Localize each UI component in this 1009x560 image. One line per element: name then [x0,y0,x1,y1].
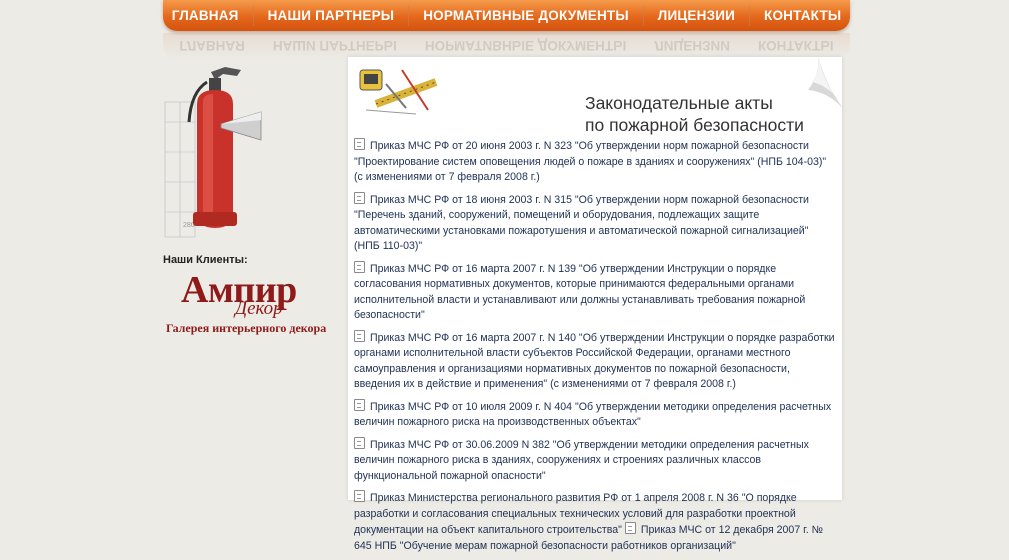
document-link[interactable]: Приказ МЧС РФ от 20 июня 2003 г. N 323 "… [354,140,826,183]
nav-reflection-text: НОРМАТИВНЫЕ ДОКУМЕНТЫ [424,38,627,54]
client-logo-ampir[interactable]: Ампир Декор Галерея интерьерного декора [165,266,327,336]
clients-label: Наши Клиенты: [163,254,248,266]
list-item: Приказ МЧС РФ от 18 июня 2003 г. N 315 "… [354,191,836,255]
documents-list: Приказ МЧС РФ от 20 июня 2003 г. N 323 "… [354,138,836,560]
nav-reflection-text: НАШИ ПАРТНЕРЫ [272,38,397,54]
pdf-icon [354,260,365,273]
main-nav: ГЛАВНАЯ НАШИ ПАРТНЕРЫ НОРМАТИВНЫЕ ДОКУМЕ… [163,0,850,31]
list-item: Приказ МЧС РФ от 10 июля 2009 г. N 404 "… [354,398,836,431]
nav-documents[interactable]: НОРМАТИВНЫЕ ДОКУМЕНТЫ [409,8,643,23]
nav-partners[interactable]: НАШИ ПАРТНЕРЫ [254,8,409,23]
pdf-icon [354,398,365,411]
page-title-line1: Законодательные акты [585,93,773,113]
document-link[interactable]: Приказ МЧС РФ от 10 июля 2009 г. N 404 "… [354,401,831,429]
fire-extinguisher-image: 280 [164,67,262,238]
document-link[interactable]: Приказ МЧС РФ от 16 марта 2007 г. N 140 … [354,332,835,391]
nav-licenses[interactable]: ЛИЦЕНЗИИ [644,8,749,23]
tools-illustration [359,69,438,115]
logo-sub-text: Декор [235,298,283,319]
list-item: Приказ МЧС РФ от 16 марта 2007 г. N 139 … [354,260,836,324]
list-item: Приказ МЧС РФ от 30.06.2009 N 382 "Об ут… [354,436,836,485]
pdf-icon [354,138,365,150]
document-link[interactable]: Приказ МЧС РФ от 30.06.2009 N 382 "Об ут… [354,439,809,482]
page-title-line2: по пожарной безопасности [585,115,804,135]
nav-reflection: ГЛАВНАЯ НАШИ ПАРТНЕРЫ НОРМАТИВНЫЕ ДОКУМЕ… [163,33,850,59]
nav-reflection-text: ЛИЦЕНЗИИ [654,38,730,54]
document-link[interactable]: Приказ МЧС РФ от 16 марта 2007 г. N 139 … [354,263,805,322]
document-link[interactable]: Приказ МЧС РФ от 18 июня 2003 г. N 315 "… [354,194,809,253]
list-item: Приказ МЧС РФ от 20 июня 2003 г. N 323 "… [354,138,836,186]
pdf-icon [624,522,636,534]
pdf-icon [354,329,365,342]
pdf-icon [354,490,365,502]
list-item: Приказ МЧС РФ от 16 марта 2007 г. N 140 … [354,329,836,393]
logo-tagline: Галерея интерьерного декора [166,321,327,335]
nav-reflection-text: ГЛАВНАЯ [179,38,245,54]
nav-home[interactable]: ГЛАВНАЯ [158,8,253,23]
page-title: Законодательные акты по пожарной безопас… [585,92,804,136]
nav-contacts[interactable]: КОНТАКТЫ [750,8,855,23]
pdf-icon [354,436,365,449]
pdf-icon [354,191,365,204]
